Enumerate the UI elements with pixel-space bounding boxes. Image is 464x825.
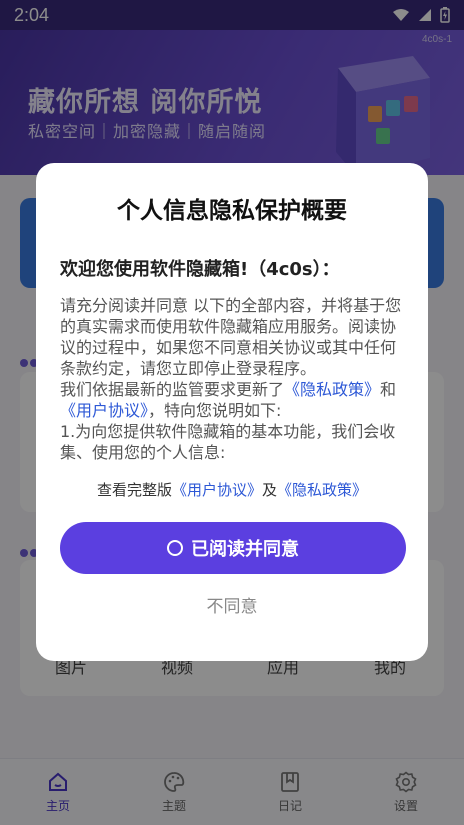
agree-button-label: 已阅读并同意 — [191, 539, 299, 560]
full-version-and: 及 — [262, 481, 278, 499]
dialog-paragraph-3: 1.为向您提供软件隐藏箱的基本功能，我们会收集、使用您的个人信息: — [60, 422, 396, 462]
privacy-policy-link[interactable]: 《隐私政策》 — [284, 380, 380, 399]
full-privacy-policy-link[interactable]: 《隐私政策》 — [277, 481, 367, 499]
full-user-agreement-link[interactable]: 《用户协议》 — [172, 481, 262, 499]
full-version-line: 查看完整版《用户协议》及《隐私政策》 — [60, 479, 404, 500]
user-agreement-link[interactable]: 《用户协议》 — [60, 401, 148, 420]
dialog-title: 个人信息隐私保护概要 — [117, 198, 347, 224]
agree-button[interactable]: 已阅读并同意 — [60, 522, 406, 574]
dialog-paragraph-1: 请充分阅读并同意 以下的全部内容，并将基于您的真实需求而使用软件隐藏箱应用服务。… — [60, 296, 402, 378]
privacy-dialog: 个人信息隐私保护概要 欢迎您使用软件隐藏箱!（4c0s）： 请充分阅读并同意 以… — [36, 163, 428, 661]
full-version-prefix: 查看完整版 — [96, 481, 172, 499]
decline-button[interactable]: 不同意 — [60, 592, 404, 617]
dialog-welcome: 欢迎您使用软件隐藏箱!（4c0s）： — [60, 259, 340, 280]
para2-and: 和 — [380, 380, 397, 399]
radio-circle-icon — [167, 540, 183, 556]
para2-suffix: ，特向您说明如下: — [148, 401, 282, 420]
dialog-paragraph-2: 我们依据最新的监管要求更新了《隐私政策》和《用户协议》，特向您说明如下: — [60, 379, 404, 421]
para2-prefix: 我们依据最新的监管要求更新了 — [60, 380, 285, 399]
dialog-body: 请充分阅读并同意 以下的全部内容，并将基于您的真实需求而使用软件隐藏箱应用服务。… — [60, 295, 404, 463]
